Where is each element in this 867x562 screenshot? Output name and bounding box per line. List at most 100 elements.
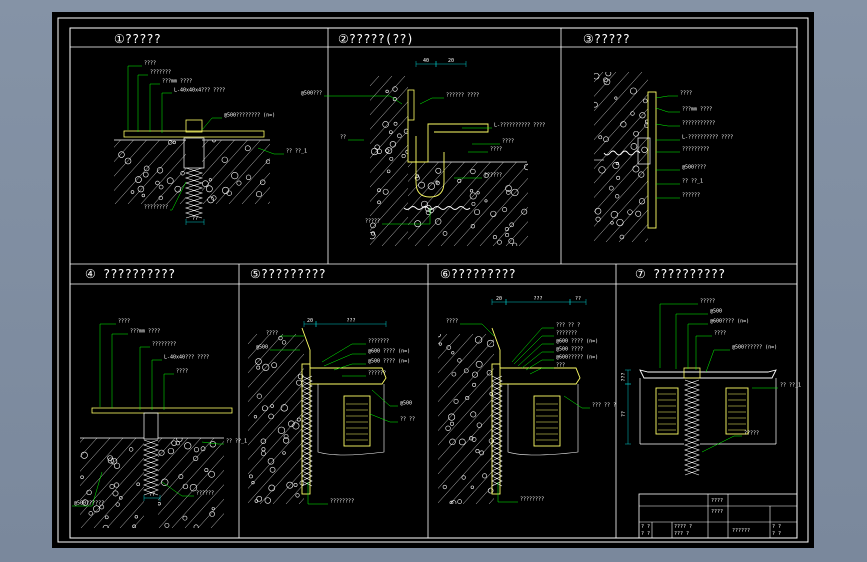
hatch-line [644,238,648,242]
timber-block [533,395,561,447]
hatch-line [408,162,465,226]
hatch-line [594,72,643,126]
aggregate-dot [505,232,510,238]
callout-label: ??????? [150,70,171,76]
aggregate-dot [497,239,502,245]
aggregate-dot [418,181,425,189]
leader-line [513,335,543,365]
aggregate-dot [382,188,389,195]
dimension-text: ??? [621,372,627,381]
aggregate-dot [93,505,101,513]
leader-line [563,395,583,409]
angle-cover [407,117,489,163]
aggregate-dot [280,404,288,412]
dimension-text: ?? [621,411,627,417]
callout-label: ????? [365,219,380,225]
callout-label: ??? [556,363,565,369]
dimension-text: 40 [423,58,429,64]
aggregate-dot [255,191,263,198]
aggregate-dot [295,493,300,498]
hatch-line [370,144,408,188]
hatch-line [408,162,452,211]
aggregate-dot [630,143,638,150]
callout-label: ??? ?? ? [556,323,580,329]
hatch-line [518,235,528,246]
aggregate-dot [128,447,134,452]
aggregate-dot [486,370,493,376]
callout-label: @500 [256,345,268,351]
leader-line [323,353,353,367]
title-block-cell: ? ? [641,524,650,530]
leader-line [529,367,543,375]
callout-label: ?? ??_1 [682,179,703,185]
aggregate-dot [386,169,391,174]
concrete-mass [158,438,224,528]
title-block-cell: ??? ? [674,531,689,537]
callout-label: ???????? [330,499,354,505]
hatch-line [80,438,85,443]
callout-label: ?????? [368,371,386,377]
aggregate-dot [248,474,253,479]
aggregate-dot [130,190,135,194]
callout-label: @500??? [301,91,322,97]
wall-cover-plate [647,91,657,229]
aggregate-dot [435,167,442,174]
hatch-line [475,483,494,504]
aggregate-dot [209,441,217,448]
callout-label: L-?????????? ???? [494,123,545,129]
aggregate-dot [414,220,422,228]
callout-label: ???mm ???? [162,79,192,85]
aggregate-dot [605,72,612,77]
timber-block [343,395,371,447]
aggregate-dot [208,470,215,478]
aggregate-dot [261,447,266,452]
aggregate-dot [475,360,483,368]
aggregate-dot [521,208,528,215]
callout-label: ?? ??_1 [286,149,307,155]
hatch-line [594,166,648,227]
callout-label: @600???? (n=) [710,319,749,325]
leader-line [655,123,669,127]
aggregate-dot [231,172,239,180]
aggregate-dot [174,185,182,193]
callout-label: @500?????? (n=) [732,345,777,351]
callout-label: L-40x40??? ???? [164,355,209,361]
aggregate-dot [281,340,287,345]
aggregate-dot [492,235,497,240]
aggregate-dot [470,411,477,418]
aggregate-dot [502,207,508,213]
hatch-line [114,140,134,163]
title-block-cell: ? ? [641,531,650,537]
aggregate-dot [193,524,199,528]
aggregate-dot [193,447,200,453]
aggregate-dot [614,96,618,100]
aggregate-dot [610,211,619,219]
panel-title-2: ②?????(??) [338,32,414,46]
aggregate-dot [204,468,209,473]
drawing-name: ?????? [732,528,750,534]
aggregate-dot [594,207,602,215]
hatch-line [52,438,71,528]
title-block-header: ???? [711,498,723,504]
panel-title-5: ⑤????????? [250,267,326,281]
callout-label: ???? [144,61,156,67]
hatch-line [438,397,494,460]
leader-line [333,363,353,371]
callout-label: ??????? [368,339,389,345]
aggregate-dot [135,176,142,183]
callout-label: @600????? (n=) [556,355,598,361]
waterstop [184,167,204,219]
callout-label: ??? ?? ? [592,403,616,409]
hatch-line [440,162,517,246]
aggregate-dot [598,135,603,140]
aggregate-dot [182,483,189,490]
concrete-fill [52,438,144,528]
callout-label: ?????? [484,173,502,179]
aggregate-dot [475,449,480,454]
aggregate-dot [370,232,376,240]
callout-label: ???? [502,139,514,145]
detail-5-wall-floor-joint: 20 ??????? @500??????? @600 ???? (n=) @500 ?… [248,318,415,505]
aggregate-dot [448,413,456,421]
hatch-line [466,177,528,246]
hatch-line [200,76,353,246]
